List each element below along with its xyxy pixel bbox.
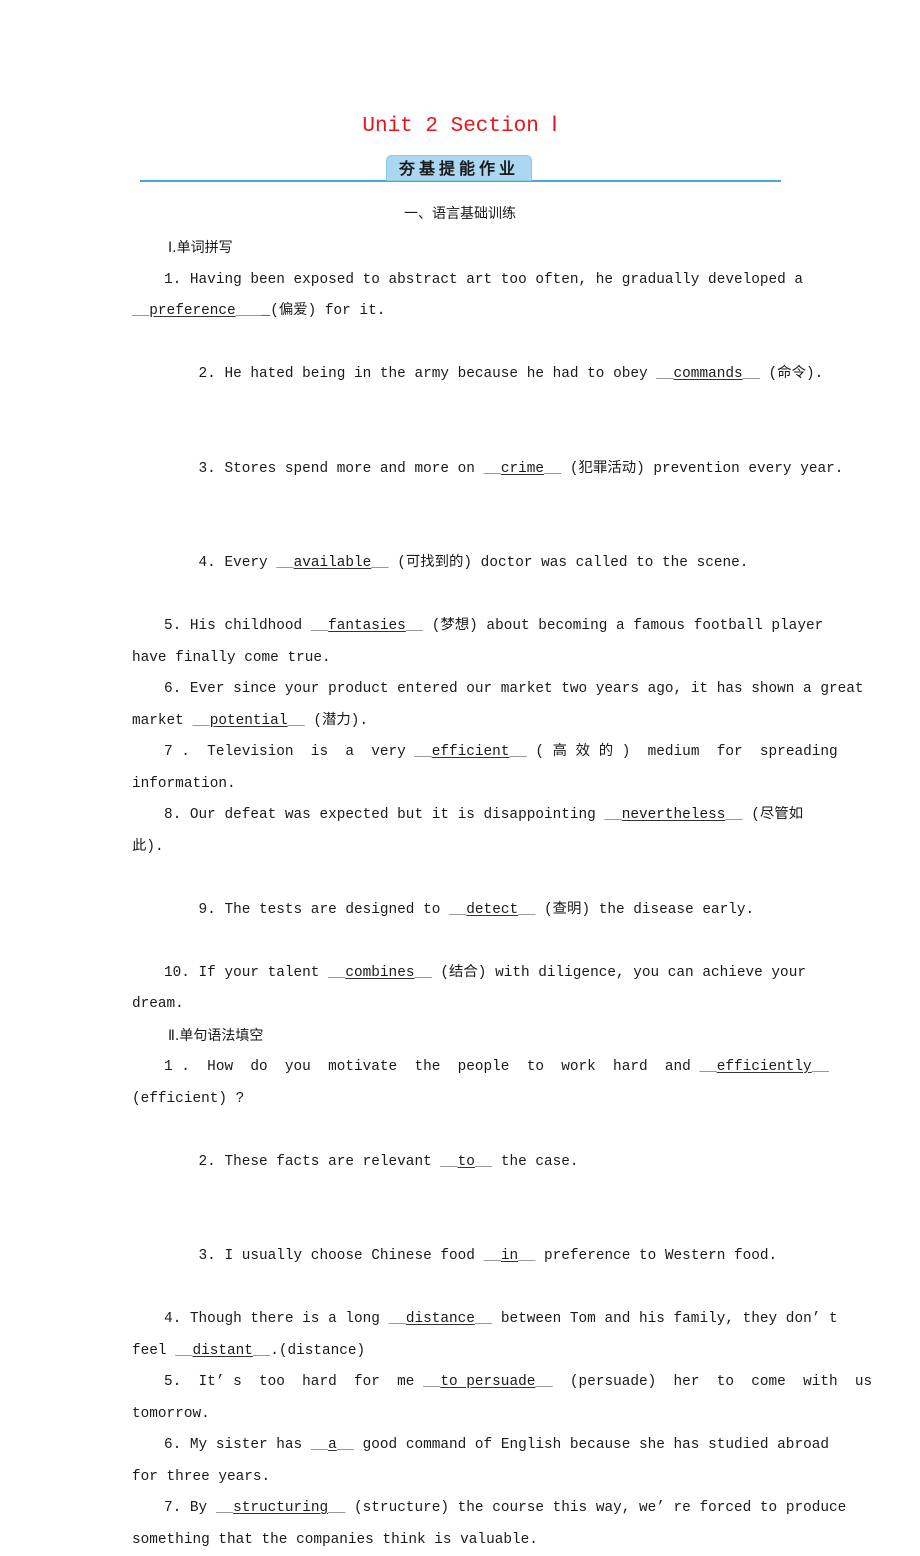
answer-blank: preference xyxy=(149,303,236,319)
exercise-content: Ⅰ.单词拼写 1. Having been exposed to abstrac… xyxy=(132,233,873,1556)
answer-blank: nevertheless xyxy=(621,807,726,823)
answer-blank: distant xyxy=(192,1342,253,1359)
part1-item-7: 7 . Television is a very efficient ( 高 效… xyxy=(132,744,838,792)
part1-item-9: 9. The tests are designed to detect (查明)… xyxy=(198,901,755,918)
answer-blank: fantasies xyxy=(328,618,406,634)
answer-blank: in xyxy=(500,1248,519,1264)
part2-item-4: 4. Though there is a long distance betwe… xyxy=(132,1311,838,1359)
part2-item-1: 1 . How do you motivate the people to wo… xyxy=(132,1059,812,1107)
answer-blank: a xyxy=(328,1437,337,1453)
part1-item-2: 2. He hated being in the army because he… xyxy=(198,366,824,382)
answer-blank: to xyxy=(457,1153,475,1170)
answer-blank: distance xyxy=(405,1311,475,1327)
answer-blank: detect xyxy=(466,901,519,918)
part1-item-10: 10. If your talent combines (结合) with di… xyxy=(132,964,806,1013)
answer-blank: efficient xyxy=(431,744,510,760)
answer-blank: crime xyxy=(500,460,544,477)
answer-blank: to persuade xyxy=(440,1374,536,1390)
part1-item-5: 5. His childhood fantasies (梦想) about be… xyxy=(132,618,824,666)
part2-item-3: 3. I usually choose Chinese food in pref… xyxy=(198,1248,778,1264)
banner-label: 夯基提能作业 xyxy=(386,155,532,181)
part1-item-1: 1. Having been exposed to abstract art t… xyxy=(149,271,804,320)
part2-heading: Ⅱ.单句语法填空 xyxy=(168,1027,264,1044)
section-heading: 一、语言基础训练 xyxy=(404,206,516,222)
part2-item-6: 6. My sister has a good command of Engli… xyxy=(132,1437,829,1485)
answer-blank: structuring xyxy=(233,1500,329,1516)
part2-item-7: 7. By structuring (structure) the course… xyxy=(132,1500,847,1548)
answer-blank: commands xyxy=(673,366,743,382)
part2-item-2: 2. These facts are relevant to the case. xyxy=(198,1153,579,1170)
answer-blank: efficiently xyxy=(716,1059,812,1075)
answer-blank: available xyxy=(293,555,372,571)
part1-item-4: 4. Every available (可找到的) doctor was cal… xyxy=(198,555,749,571)
part1-item-8: 8. Our defeat was expected but it is dis… xyxy=(132,807,804,855)
part1-item-6: 6. Ever since your product entered our m… xyxy=(132,681,864,729)
part1-item-3: 3. Stores spend more and more on crime (… xyxy=(198,460,844,477)
page-title: Unit 2 Section Ⅰ xyxy=(362,115,558,138)
answer-blank: potential xyxy=(209,712,288,729)
part1-heading: Ⅰ.单词拼写 xyxy=(168,240,233,256)
answer-blank: combines xyxy=(345,964,415,981)
part2-item-5: 5. It’ s too hard for me to persuade (pe… xyxy=(132,1374,873,1422)
